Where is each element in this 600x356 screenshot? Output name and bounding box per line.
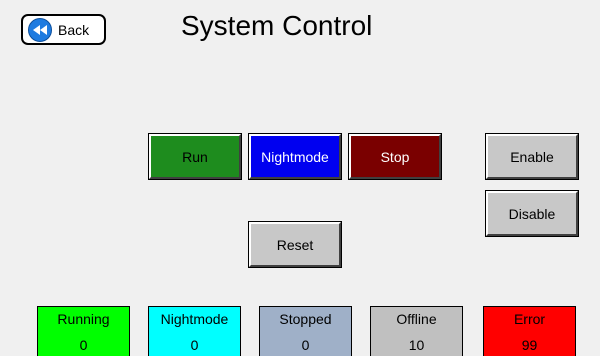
status-label: Offline — [396, 311, 437, 327]
status-running: Running 0 — [37, 306, 130, 356]
status-offline: Offline 10 — [370, 306, 463, 356]
status-value: 99 — [521, 337, 538, 353]
status-label: Nightmode — [160, 311, 229, 327]
page-title: System Control — [181, 10, 373, 41]
status-value: 10 — [408, 337, 425, 353]
enable-button[interactable]: Enable — [485, 133, 579, 180]
status-label: Error — [513, 311, 546, 327]
stop-button[interactable]: Stop — [348, 133, 442, 180]
run-button[interactable]: Run — [148, 133, 242, 180]
reset-button[interactable]: Reset — [248, 221, 342, 268]
status-nightmode: Nightmode 0 — [148, 306, 241, 356]
status-value: 0 — [190, 337, 199, 353]
status-stopped: Stopped 0 — [259, 306, 352, 356]
status-label: Stopped — [279, 311, 332, 327]
back-button[interactable]: Back — [21, 14, 106, 45]
disable-button[interactable]: Disable — [485, 190, 579, 237]
status-value: 0 — [79, 337, 88, 353]
status-error: Error 99 — [483, 306, 576, 356]
nightmode-button[interactable]: Nightmode — [248, 133, 342, 180]
back-label: Back — [58, 21, 90, 38]
status-label: Running — [57, 311, 110, 327]
rewind-icon — [28, 17, 52, 42]
status-value: 0 — [301, 337, 310, 353]
